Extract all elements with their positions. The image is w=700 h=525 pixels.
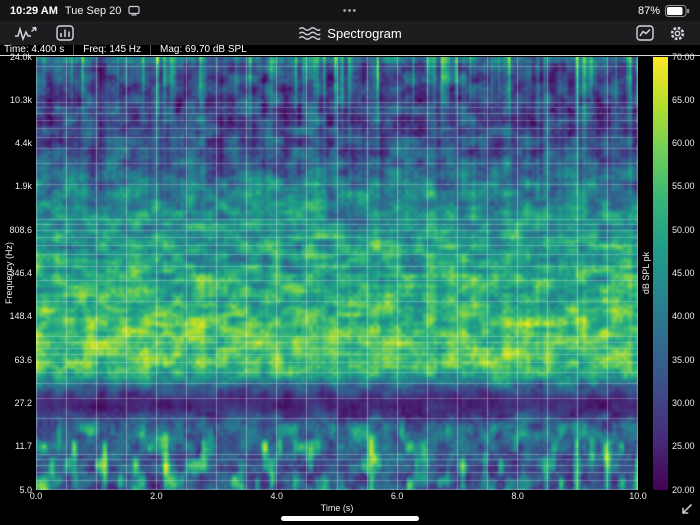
y-tick-label: 148.4	[9, 311, 32, 322]
recorder-button[interactable]	[56, 25, 74, 41]
analysis-view-button[interactable]	[636, 25, 654, 41]
colorbar-tick-label: 55.00	[672, 181, 695, 192]
spectrogram-icon	[298, 26, 321, 40]
collapse-plot-button[interactable]	[679, 502, 695, 518]
x-tick-label: 4.0	[270, 491, 284, 501]
colorbar-tick-label: 25.00	[672, 441, 695, 452]
x-axis-title: Time (s)	[320, 503, 354, 513]
toolbar: Spectrogram	[0, 21, 700, 45]
status-bar: 10:29 AM Tue Sep 20 ••• 87%	[0, 0, 700, 21]
date: Tue Sep 20	[64, 4, 122, 17]
status-right: 87%	[637, 4, 690, 17]
app-screen: 10:29 AM Tue Sep 20 ••• 87% Spectrogram …	[0, 0, 700, 525]
multitask-dots[interactable]: •••	[343, 5, 358, 17]
waveform-arrow-icon	[15, 25, 37, 41]
status-left: 10:29 AM Tue Sep 20	[10, 5, 140, 17]
y-tick-label: 11.7	[15, 441, 32, 452]
colorbar[interactable]	[653, 57, 668, 490]
colorbar-tick-label: 65.00	[672, 94, 695, 105]
title-group: Spectrogram	[298, 21, 402, 45]
home-indicator[interactable]	[281, 516, 419, 521]
y-axis-title: Frequency (Hz)	[4, 241, 14, 305]
line-chart-icon	[636, 25, 654, 41]
y-tick-label: 4.4k	[14, 138, 32, 149]
status-indicator-icon	[128, 5, 140, 16]
colorbar-tick-label: 20.00	[672, 484, 695, 495]
page-title: Spectrogram	[327, 25, 402, 41]
y-tick-label: 1.9k	[14, 181, 32, 192]
y-tick-label: 27.2	[14, 397, 32, 408]
settings-button[interactable]	[669, 25, 686, 42]
colorbar-tick-label: 30.00	[672, 397, 695, 408]
colorbar-tick-label: 50.00	[672, 224, 695, 235]
y-tick-label: 10.3k	[9, 94, 32, 105]
x-tick-label: 2.0	[150, 491, 163, 501]
readout-mag: Mag: 69.70 dB SPL	[150, 45, 256, 55]
gear-icon	[670, 26, 685, 40]
colorbar-tick-label: 40.00	[672, 311, 695, 322]
y-tick-label: 63.6	[14, 354, 32, 365]
battery-icon	[665, 4, 690, 17]
toolbar-left	[14, 25, 74, 42]
battery-percent: 87%	[637, 4, 660, 17]
cursor-readout-bar: Time: 4.400 s Freq: 145 Hz Mag: 69.70 dB…	[0, 45, 700, 56]
colorbar-title: dB SPL pk	[641, 251, 651, 295]
colorbar-tick-label: 60.00	[672, 138, 695, 149]
spectrogram-canvas[interactable]	[36, 57, 638, 490]
x-tick-label: 10.0	[629, 491, 647, 501]
colorbar-tick-label: 35.00	[672, 354, 695, 365]
meter-file-icon	[56, 25, 74, 41]
x-tick-label: 8.0	[511, 491, 524, 501]
spectrogram-plot[interactable]	[36, 57, 638, 490]
toolbar-right	[636, 25, 686, 42]
readout-time: Time: 4.400 s	[4, 44, 65, 55]
y-tick-label: 5.0	[19, 484, 32, 495]
clock: 10:29 AM	[10, 4, 58, 17]
x-tick-label: 0.0	[29, 491, 43, 501]
x-tick-label: 6.0	[390, 491, 404, 501]
input-source-button[interactable]	[14, 25, 38, 42]
readout-freq: Freq: 145 Hz	[73, 45, 150, 55]
y-tick-label: 808.6	[9, 224, 32, 235]
colorbar-tick-label: 45.00	[672, 268, 695, 278]
